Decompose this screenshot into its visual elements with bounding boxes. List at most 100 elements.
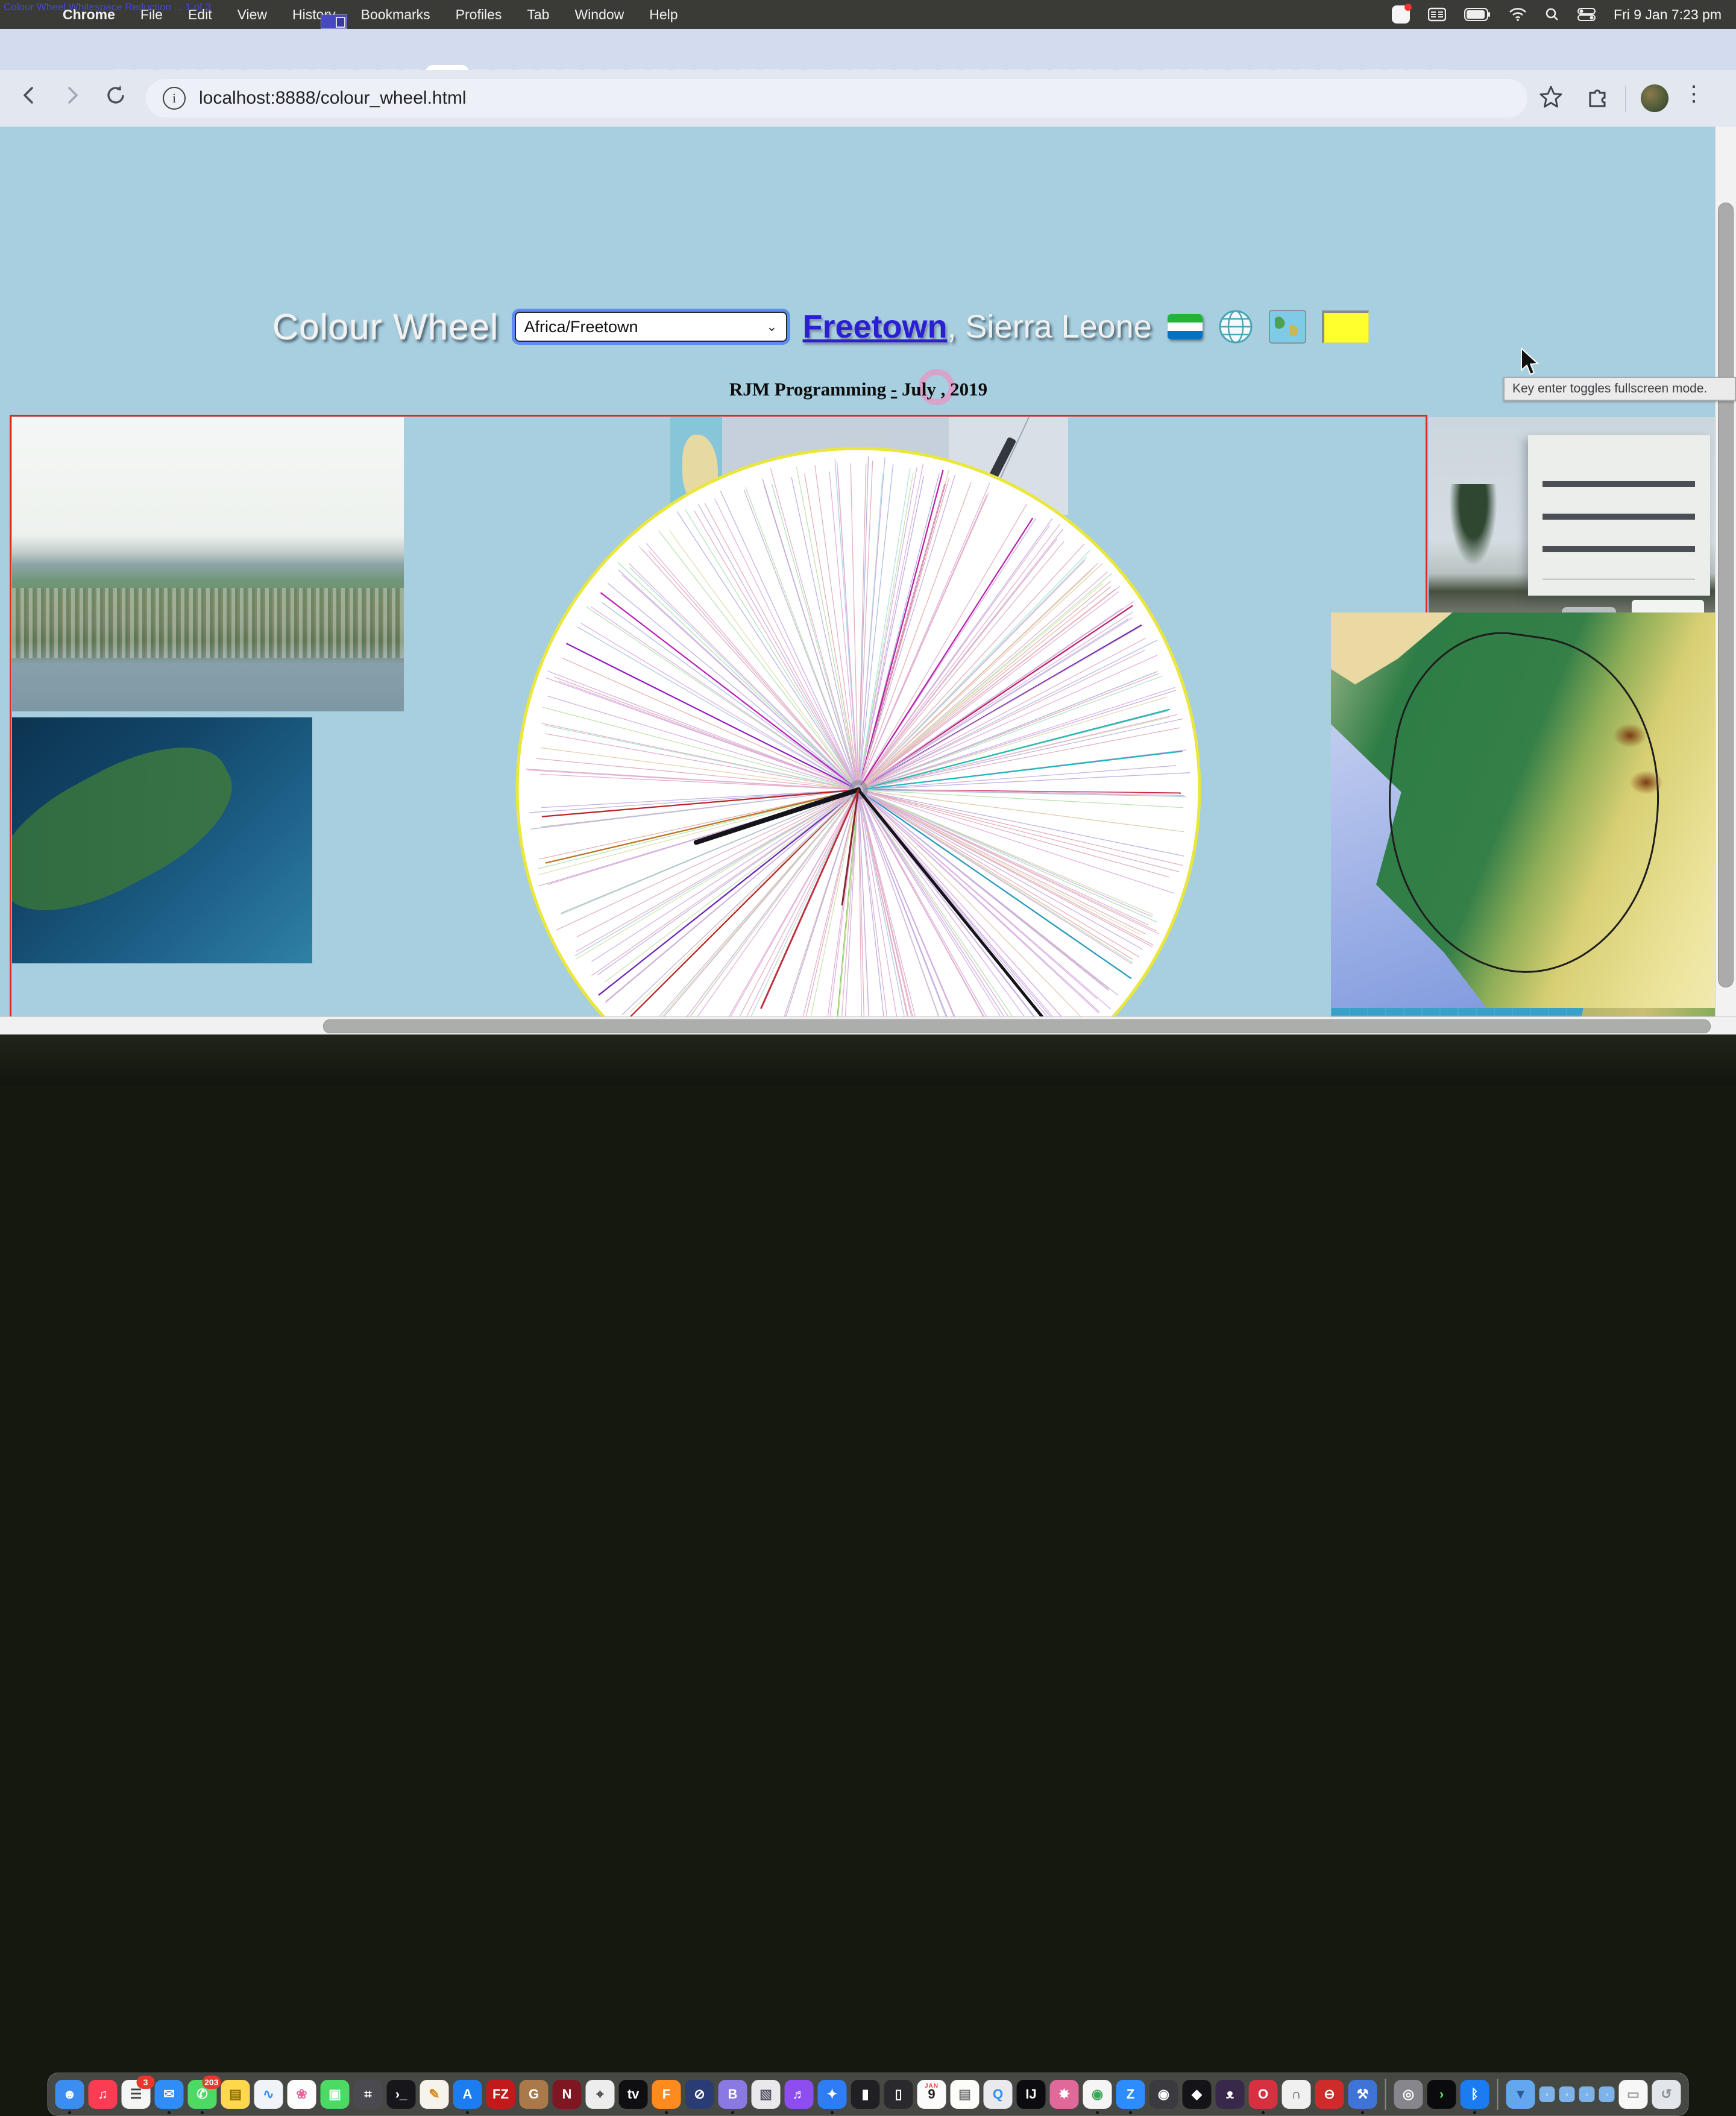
dock-icon-gimp[interactable]: G xyxy=(520,2080,549,2109)
sierra-leone-topo-map xyxy=(1331,612,1736,1008)
dock-icon-finder[interactable]: ☻ xyxy=(55,2080,84,2109)
dock-icon-app-store[interactable]: A xyxy=(453,2080,482,2109)
dock-icon-phone-keypad[interactable]: ⌗ xyxy=(354,2080,383,2109)
dock-icon-podcasts[interactable]: ♬ xyxy=(785,2080,814,2109)
extensions-puzzle-icon[interactable] xyxy=(1585,84,1609,109)
dock-icon-intellij[interactable]: IJ xyxy=(1017,2080,1046,2109)
wifi-icon[interactable] xyxy=(1509,7,1527,22)
world-map-icon xyxy=(1269,310,1306,344)
country-label: , Sierra Leone xyxy=(948,309,1152,345)
dock-icon-developer-tool[interactable]: ⚒ xyxy=(1348,2080,1377,2109)
address-bar[interactable]: i localhost:8888/colour_wheel.html xyxy=(146,79,1527,118)
bookmark-star-icon[interactable] xyxy=(1538,84,1564,110)
dock-icon-zoom[interactable]: Z xyxy=(1116,2080,1145,2109)
control-center-icon[interactable] xyxy=(1577,7,1596,22)
chrome-menu-kebab-icon[interactable]: ⋮ xyxy=(1683,81,1705,106)
dock-icon-music[interactable]: ♫ xyxy=(89,2080,118,2109)
spotlight-search-icon[interactable] xyxy=(1545,7,1559,22)
dock-icon-mini-window-3[interactable]: ▫ xyxy=(1579,2086,1595,2102)
back-button[interactable] xyxy=(17,83,41,107)
freetown-aerial-photo xyxy=(12,417,404,711)
horizontal-scrollbar-thumb[interactable] xyxy=(323,1019,1711,1033)
dock-icon-opera[interactable]: O xyxy=(1249,2080,1278,2109)
dock-icon-circle-app[interactable]: ◎ xyxy=(1394,2080,1423,2109)
dock-icon-mini-window-2[interactable]: ▫ xyxy=(1559,2086,1575,2102)
menu-clock[interactable]: Fri 9 Jan 7:23 pm xyxy=(1614,7,1722,23)
dock-icon-speedometer[interactable]: ⊖ xyxy=(1315,2080,1344,2109)
dock-icon-photos[interactable]: ❀ xyxy=(288,2080,316,2109)
dock-icon-mini-window-4[interactable]: ▫ xyxy=(1599,2086,1615,2102)
dock-icon-bluetooth[interactable]: ᛒ xyxy=(1461,2080,1489,2109)
colour-swatch[interactable] xyxy=(1322,310,1369,343)
menu-item-bookmarks[interactable]: Bookmarks xyxy=(361,7,430,23)
dock-icon-safari[interactable]: ✦ xyxy=(818,2080,847,2109)
menu-item-window[interactable]: Window xyxy=(574,7,624,23)
vertical-scrollbar[interactable] xyxy=(1715,127,1736,1016)
dock-icon-preview[interactable]: ▧ xyxy=(752,2080,781,2109)
dock-badge: 3 xyxy=(137,2076,155,2089)
dock-icon-reminders[interactable]: ☰3 xyxy=(122,2080,151,2109)
profile-avatar[interactable] xyxy=(1641,84,1668,112)
dock-icon-news[interactable]: N xyxy=(553,2080,582,2109)
keyboard-icon[interactable] xyxy=(1428,7,1446,22)
vertical-scrollbar-thumb[interactable] xyxy=(1718,203,1734,987)
dock-icon-inkscape[interactable]: ◆ xyxy=(1183,2080,1212,2109)
battery-icon[interactable] xyxy=(1464,8,1491,21)
dock-icon-mini-window-1[interactable]: ▫ xyxy=(1539,2086,1555,2102)
dock-icon-garageband[interactable]: ◉ xyxy=(1149,2080,1178,2109)
dock-icon-trash[interactable]: ↺ xyxy=(1652,2080,1681,2109)
dock-icon-mail[interactable]: ✉ xyxy=(155,2080,184,2109)
dock-icon-bbedit[interactable]: B xyxy=(719,2080,747,2109)
dock-icon-downloads-folder[interactable]: ▼ xyxy=(1506,2080,1535,2109)
menu-status-area: Fri 9 Jan 7:23 pm xyxy=(1392,0,1722,29)
status-app-icon[interactable] xyxy=(1392,5,1410,24)
dock-icon-firefox[interactable]: F xyxy=(652,2080,681,2109)
menu-item-help[interactable]: Help xyxy=(649,7,678,23)
site-info-icon[interactable]: i xyxy=(163,87,186,110)
dock-icon-chrome[interactable]: ◉ xyxy=(1083,2080,1112,2109)
macos-menu-bar: Chrome File Edit View History Bookmarks … xyxy=(0,0,1736,29)
dock-icon-paint-app[interactable]: ✸ xyxy=(1050,2080,1079,2109)
freetown-satellite-photo xyxy=(12,717,312,963)
dock-icon-minimized-page[interactable]: ▭ xyxy=(1619,2080,1648,2109)
page-title: Colour Wheel xyxy=(272,306,499,348)
subtitle-dash-link[interactable]: - xyxy=(891,379,897,400)
dock-icon-terminal[interactable]: ›_ xyxy=(387,2080,416,2109)
menu-item-profiles[interactable]: Profiles xyxy=(456,7,502,23)
fullscreen-tooltip: Key enter toggles fullscreen mode. xyxy=(1503,377,1736,401)
dock-icon-cat-app[interactable]: ᴥ xyxy=(1216,2080,1245,2109)
menu-item-tab[interactable]: Tab xyxy=(527,7,549,23)
url-text[interactable]: localhost:8888/colour_wheel.html xyxy=(199,88,467,109)
dock-icon-terminal-green[interactable]: › xyxy=(1427,2080,1456,2109)
dock-icon-apple-tv[interactable]: tv xyxy=(619,2080,648,2109)
page-viewport: Colour Wheel Africa/Freetown ⌄ Freetown,… xyxy=(0,127,1736,1034)
dock-icon-iterm2[interactable]: ▯ xyxy=(884,2080,913,2109)
dock-badge: 203 xyxy=(202,2076,221,2089)
dock-icon-calendar[interactable]: 9JAN xyxy=(917,2080,946,2109)
dock-icon-filezilla[interactable]: FZ xyxy=(486,2080,515,2109)
sierra-leone-flag-icon xyxy=(1168,314,1203,339)
dock-icon-quicktime[interactable]: Q xyxy=(984,2080,1013,2109)
dock-icon-freeform[interactable]: ∿ xyxy=(254,2080,283,2109)
forward-button[interactable] xyxy=(60,83,84,107)
chevron-down-icon: ⌄ xyxy=(766,319,777,335)
chrome-toolbar: i localhost:8888/colour_wheel.html ⋮ xyxy=(0,70,1736,127)
freetown-link[interactable]: Freetown xyxy=(803,309,948,345)
dock-icon-blocked-app[interactable]: ⊘ xyxy=(685,2080,714,2109)
timezone-select[interactable]: Africa/Freetown ⌄ xyxy=(515,312,787,342)
dock-icon-textedit[interactable]: ▤ xyxy=(951,2080,980,2109)
overlay-annotation-icon xyxy=(321,14,347,29)
toolbar-separator xyxy=(1625,86,1626,112)
globe-icon xyxy=(1218,309,1253,344)
dock-icon-messages[interactable]: ✆203 xyxy=(188,2080,217,2109)
dock-icon-karabiner[interactable]: ⌖ xyxy=(586,2080,615,2109)
horizontal-scrollbar[interactable] xyxy=(0,1016,1736,1034)
dock-icon-mammoth[interactable]: ∩ xyxy=(1282,2080,1311,2109)
dock-icon-notes[interactable]: ▤ xyxy=(221,2080,250,2109)
dock-icon-facetime[interactable]: ▣ xyxy=(321,2080,350,2109)
timezone-select-value: Africa/Freetown xyxy=(524,318,638,336)
dock-icon-pages[interactable]: ✎ xyxy=(420,2080,449,2109)
dock-icon-iterm[interactable]: ▮ xyxy=(851,2080,880,2109)
menu-item-view[interactable]: View xyxy=(237,7,267,23)
reload-button[interactable] xyxy=(104,83,128,107)
